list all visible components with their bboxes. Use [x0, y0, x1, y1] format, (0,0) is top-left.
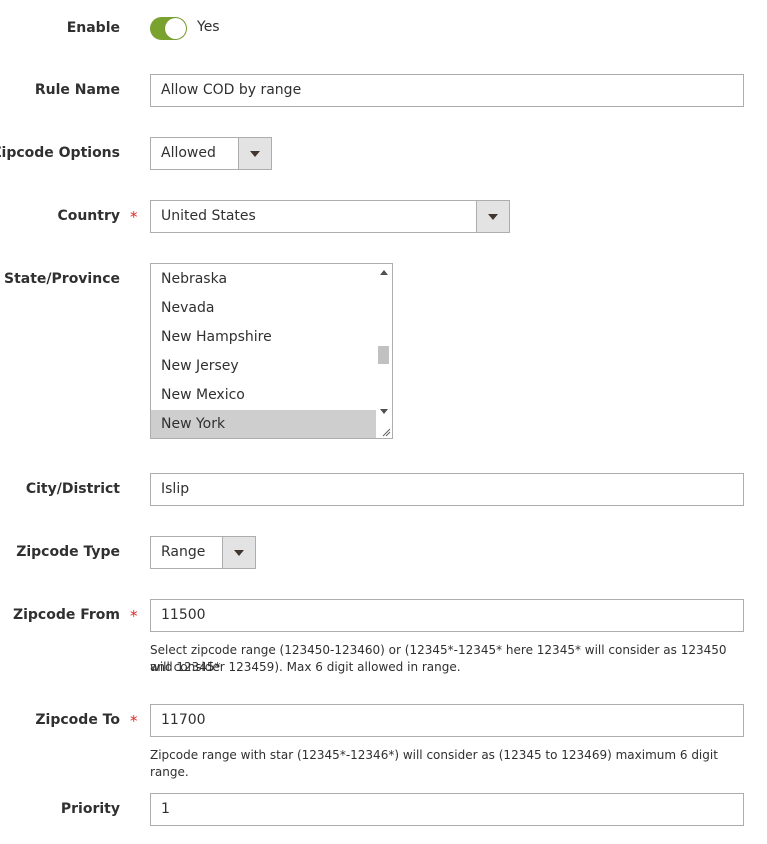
rule-name-label: Rule Name [34, 82, 120, 98]
zipcode-to-note: Zipcode range with star (12345*-12346*) … [150, 748, 718, 779]
zipcode-type-value: Range [161, 544, 206, 560]
zipcode-type-select[interactable]: Range [150, 536, 256, 569]
state-province-label: State/Province [4, 271, 120, 287]
country-label: Country [57, 208, 120, 224]
priority-label: Priority [60, 801, 120, 817]
state-option[interactable]: Nebraska [151, 265, 377, 294]
zipcode-from-label: Zipcode From [12, 607, 120, 623]
toggle-knob [165, 18, 186, 39]
zipcode-options-value: Allowed [161, 145, 216, 161]
zipcode-to-input[interactable]: 11700 [150, 704, 744, 737]
country-value: United States [161, 208, 256, 224]
zipcode-options-label: Zipcode Options [0, 145, 120, 161]
state-option[interactable]: Nevada [151, 294, 377, 323]
state-option[interactable]: New Jersey [151, 352, 377, 381]
dropdown-arrow-icon [238, 138, 271, 169]
dropdown-arrow-icon [222, 537, 255, 568]
zipcode-to-required-mark: * [130, 712, 138, 730]
rule-name-input[interactable]: Allow COD by range [150, 74, 744, 107]
state-province-listbox[interactable]: Nebraska Nevada New Hampshire New Jersey… [150, 263, 393, 439]
zipcode-to-label: Zipcode To [35, 712, 120, 728]
zipcode-from-input[interactable]: 11500 [150, 599, 744, 632]
resize-handle-icon[interactable] [381, 427, 391, 437]
dropdown-arrow-icon [476, 201, 509, 232]
country-required-mark: * [130, 208, 138, 226]
state-option-selected[interactable]: New York [151, 410, 377, 438]
zipcode-options-select[interactable]: Allowed [150, 137, 272, 170]
listbox-scrollbar[interactable] [376, 264, 392, 438]
state-option[interactable]: New Hampshire [151, 323, 377, 352]
enable-toggle[interactable] [150, 17, 187, 40]
zipcode-from-required-mark: * [130, 607, 138, 625]
scroll-down-arrow-icon[interactable] [380, 409, 388, 414]
country-select[interactable]: United States [150, 200, 510, 233]
zipcode-from-note-line2: will consider 123459). Max 6 digit allow… [150, 660, 461, 674]
zipcode-type-label: Zipcode Type [16, 544, 120, 560]
priority-input[interactable]: 1 [150, 793, 744, 826]
enable-label: Enable [66, 20, 120, 36]
enable-state-text: Yes [197, 19, 220, 35]
state-option[interactable]: New Mexico [151, 381, 377, 410]
scrollbar-thumb[interactable] [378, 346, 389, 364]
city-input[interactable]: Islip [150, 473, 744, 506]
city-label: City/District [25, 481, 120, 497]
scroll-up-arrow-icon[interactable] [380, 270, 388, 275]
